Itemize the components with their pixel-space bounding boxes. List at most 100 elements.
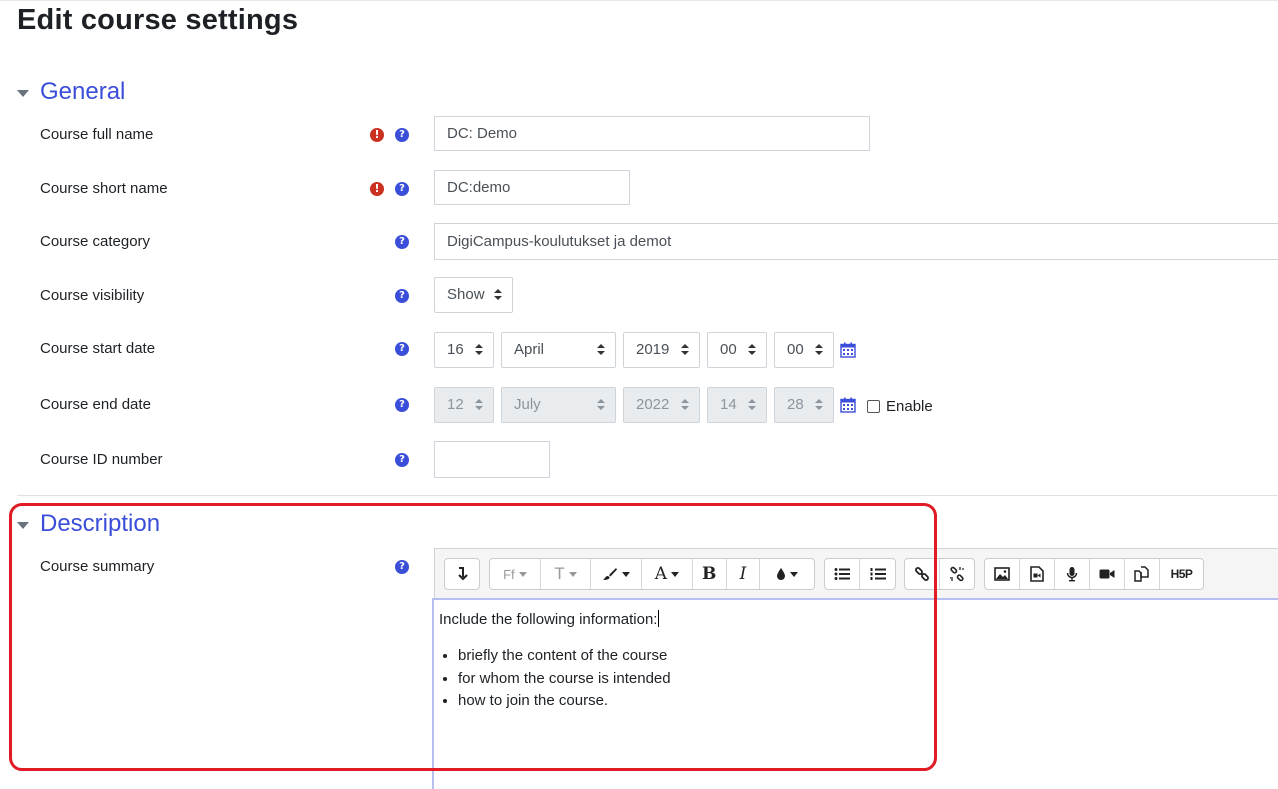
start-year-select[interactable]: 2019 <box>623 332 700 368</box>
visibility-select[interactable]: Show <box>434 277 513 313</box>
section-general-toggle[interactable]: General <box>17 78 125 106</box>
sort-arrows-icon <box>494 289 502 301</box>
droplet-icon <box>777 568 786 580</box>
unordered-list-button[interactable] <box>825 559 860 589</box>
background-color-button[interactable] <box>760 559 814 589</box>
bold-button[interactable]: B <box>693 559 727 589</box>
toolbar-group-media: H5P <box>984 558 1204 590</box>
short-name-input[interactable]: DC:demo <box>434 170 630 205</box>
page-title: Edit course settings <box>17 4 299 36</box>
font-color-glyph: A <box>654 564 668 584</box>
collapse-caret-icon <box>17 89 29 97</box>
manage-files-button[interactable] <box>1125 559 1160 589</box>
summary-intro: Include the following information: <box>439 610 660 628</box>
toolbar-group-collapse <box>444 558 480 590</box>
category-select[interactable]: DigiCampus-koulutukset ja demot <box>434 223 1278 260</box>
sort-arrows-icon <box>815 344 823 356</box>
list-item: briefly the content of the course <box>458 645 671 668</box>
enable-label: Enable <box>886 398 933 415</box>
section-divider <box>17 495 1278 496</box>
full-name-input[interactable]: DC: Demo <box>434 116 870 151</box>
ordered-list-button[interactable] <box>860 559 895 589</box>
help-icon[interactable]: ? <box>395 235 409 249</box>
end-year-value: 2022 <box>636 396 670 413</box>
calendar-icon[interactable] <box>840 342 856 358</box>
media-button[interactable] <box>1020 559 1055 589</box>
sort-arrows-icon <box>475 344 483 356</box>
microphone-icon <box>1066 567 1078 582</box>
record-video-button[interactable] <box>1090 559 1125 589</box>
sort-arrows-icon <box>748 344 756 356</box>
italic-glyph: I <box>739 564 747 584</box>
id-number-label: Course ID number <box>40 451 163 468</box>
h5p-button[interactable]: H5P <box>1160 559 1203 589</box>
full-name-label: Course full name <box>40 126 154 143</box>
end-minute-value: 28 <box>787 396 804 413</box>
font-size-glyph: T <box>554 564 565 583</box>
show-more-buttons[interactable] <box>445 559 479 589</box>
required-icon: ! <box>370 182 384 196</box>
font-color-button[interactable]: A <box>642 559 693 589</box>
help-icon[interactable]: ? <box>395 182 409 196</box>
font-family-glyph: Ff <box>503 566 515 582</box>
visibility-value: Show <box>447 286 485 303</box>
toolbar-group-links <box>904 558 975 590</box>
help-icon[interactable]: ? <box>395 342 409 356</box>
end-date-enable[interactable]: Enable <box>867 398 933 415</box>
start-hour-select[interactable]: 00 <box>707 332 767 368</box>
top-border <box>0 0 1278 1</box>
list-item: for whom the course is intended <box>458 668 671 691</box>
end-year-select[interactable]: 2022 <box>623 387 700 423</box>
section-general-title: General <box>40 78 126 105</box>
link-button[interactable] <box>905 559 940 589</box>
summary-bullets: briefly the content of the course for wh… <box>439 645 671 713</box>
start-minute-value: 00 <box>787 341 804 358</box>
font-size-button[interactable]: T <box>541 559 592 589</box>
h5p-glyph: H5P <box>1170 567 1193 581</box>
start-day-value: 16 <box>447 341 464 358</box>
start-minute-select[interactable]: 00 <box>774 332 834 368</box>
help-icon[interactable]: ? <box>395 128 409 142</box>
start-day-select[interactable]: 16 <box>434 332 494 368</box>
short-name-label: Course short name <box>40 180 168 197</box>
help-icon[interactable]: ? <box>395 289 409 303</box>
end-hour-value: 14 <box>720 396 737 413</box>
toolbar-group-style: Ff T A B I <box>489 558 815 590</box>
section-description-toggle[interactable]: Description <box>17 510 160 538</box>
file-video-icon <box>1030 566 1044 582</box>
help-icon[interactable]: ? <box>395 453 409 467</box>
end-hour-select[interactable]: 14 <box>707 387 767 423</box>
end-month-value: July <box>514 396 541 413</box>
text-cursor <box>658 610 660 627</box>
bullet-list-icon <box>834 568 850 580</box>
help-icon[interactable]: ? <box>395 398 409 412</box>
help-icon[interactable]: ? <box>395 560 409 574</box>
dropdown-icon <box>671 571 680 577</box>
start-year-value: 2019 <box>636 341 670 358</box>
video-camera-icon <box>1099 569 1115 579</box>
end-month-select[interactable]: July <box>501 387 616 423</box>
sort-arrows-icon <box>681 344 689 356</box>
style-brush-button[interactable] <box>591 559 643 589</box>
image-button[interactable] <box>985 559 1020 589</box>
calendar-icon[interactable] <box>840 397 856 413</box>
editor-content-area[interactable]: Include the following information: brief… <box>432 598 1278 789</box>
start-month-select[interactable]: April <box>501 332 616 368</box>
italic-button[interactable]: I <box>727 559 761 589</box>
sort-arrows-icon <box>748 399 756 411</box>
dropdown-icon <box>622 571 631 577</box>
numbered-list-icon <box>870 568 886 580</box>
font-family-button[interactable]: Ff <box>490 559 541 589</box>
end-day-value: 12 <box>447 396 464 413</box>
section-description-title: Description <box>40 510 161 537</box>
sort-arrows-icon <box>815 399 823 411</box>
record-audio-button[interactable] <box>1055 559 1090 589</box>
image-icon <box>994 567 1010 581</box>
enable-checkbox[interactable] <box>867 400 880 413</box>
end-minute-select[interactable]: 28 <box>774 387 834 423</box>
unlink-button[interactable] <box>940 559 974 589</box>
end-day-select[interactable]: 12 <box>434 387 494 423</box>
id-number-input[interactable] <box>434 441 550 478</box>
paintbrush-icon <box>603 568 618 580</box>
start-date-label: Course start date <box>40 340 156 357</box>
